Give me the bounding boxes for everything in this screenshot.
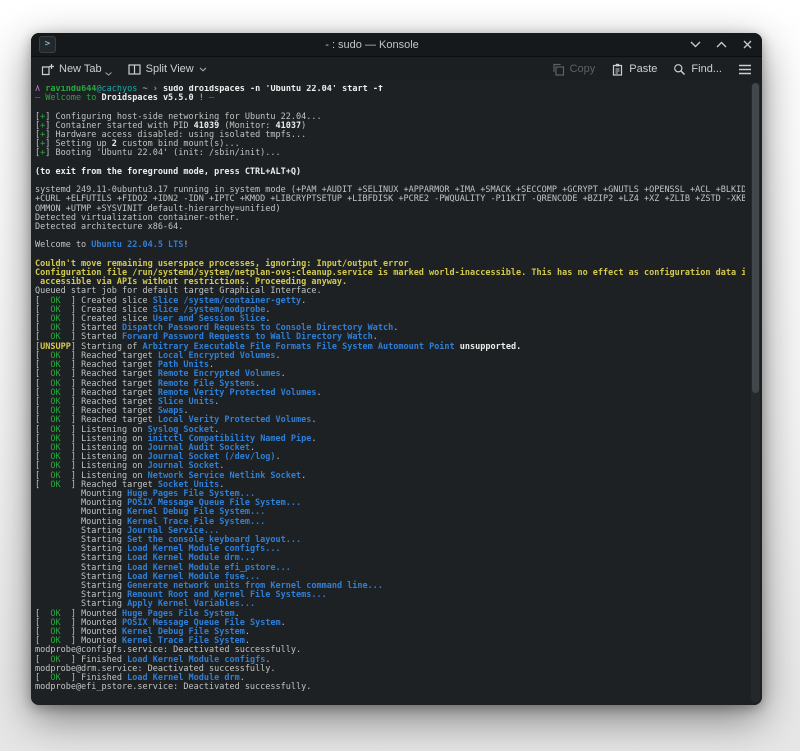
konsole-app-icon: > — [39, 36, 56, 53]
new-tab-button[interactable]: New Tab — [41, 63, 112, 76]
paste-icon — [611, 63, 624, 76]
copy-icon — [552, 63, 565, 76]
find-button[interactable]: Find... — [673, 63, 722, 76]
toolbar: New Tab Split View Copy Paste Find... — [31, 57, 762, 81]
find-label: Find... — [691, 63, 722, 75]
window-title: - : sudo — Konsole — [56, 39, 688, 51]
close-icon — [743, 40, 752, 49]
new-tab-icon — [41, 63, 54, 76]
hamburger-menu-icon — [738, 64, 752, 75]
window-controls — [688, 38, 754, 52]
paste-label: Paste — [629, 63, 657, 75]
scrollbar-thumb[interactable] — [752, 83, 759, 393]
terminal-line: (to exit from the foreground mode, press… — [35, 168, 745, 177]
terminal-line: — Welcome to Droidspaces v5.5.0 ! — — [35, 94, 745, 103]
copy-label: Copy — [570, 63, 596, 75]
terminal-line: [+] Booting 'Ubuntu 22.04' (init: /sbin/… — [35, 149, 745, 158]
terminal-line: Detected architecture x86-64. — [35, 223, 745, 232]
chevron-up-icon — [716, 41, 727, 48]
split-view-label: Split View — [146, 63, 194, 75]
new-tab-label: New Tab — [59, 63, 102, 75]
terminal-output: λ ravindu644@cachyos ~ › sudo droidspace… — [35, 85, 745, 702]
new-tab-caret-icon — [105, 67, 112, 79]
split-view-button[interactable]: Split View — [128, 63, 207, 76]
paste-button[interactable]: Paste — [611, 63, 657, 76]
titlebar[interactable]: > - : sudo — Konsole — [31, 33, 762, 57]
maximize-button[interactable] — [714, 38, 728, 52]
minimize-button[interactable] — [688, 38, 702, 52]
split-view-caret-icon — [199, 67, 207, 72]
terminal-line: Welcome to Ubuntu 22.04.5 LTS! — [35, 241, 745, 250]
close-button[interactable] — [740, 38, 754, 52]
copy-button[interactable]: Copy — [552, 63, 596, 76]
terminal-line: modprobe@efi_pstore.service: Deactivated… — [35, 683, 745, 692]
terminal[interactable]: λ ravindu644@cachyos ~ › sudo droidspace… — [31, 81, 762, 705]
terminal-scrollbar[interactable] — [751, 83, 760, 702]
toolbar-right-group: Copy Paste Find... — [552, 63, 752, 76]
split-view-icon — [128, 63, 141, 76]
search-icon — [673, 63, 686, 76]
konsole-window: > - : sudo — Konsole New Tab Split View — [31, 33, 762, 705]
chevron-down-icon — [690, 41, 701, 48]
menu-button[interactable] — [738, 64, 752, 75]
